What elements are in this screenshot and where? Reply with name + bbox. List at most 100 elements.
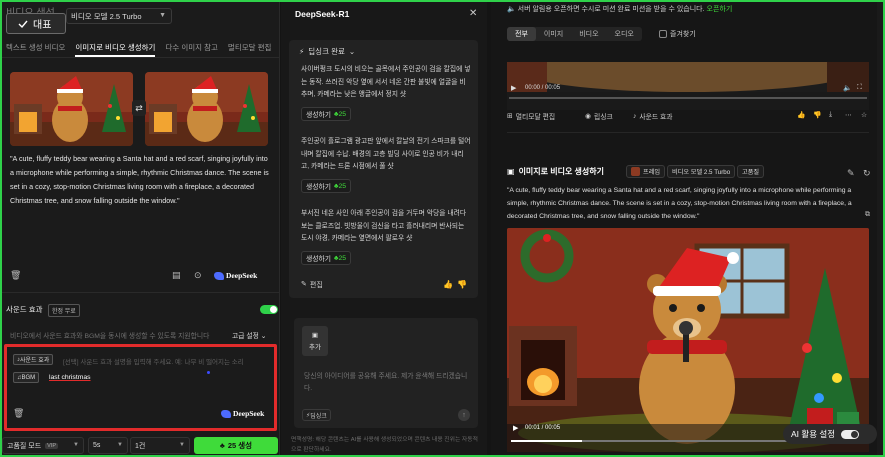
close-icon[interactable]: ✕ <box>469 8 477 19</box>
count-select[interactable]: 1건 ▼ <box>130 437 190 454</box>
deepseek-logo[interactable]: DeepSeek <box>214 271 257 280</box>
result-prompt: "A cute, fluffy teddy bear wearing a San… <box>507 187 852 220</box>
notice-link[interactable]: 오픈하기 <box>707 6 733 13</box>
tab-multi-image[interactable]: 다수 이미지 참고 <box>165 40 217 57</box>
frame-chip[interactable]: 프레임 <box>626 165 666 178</box>
sound-effect-button[interactable]: ♪ 사운드 효과 <box>633 111 673 122</box>
filter-video[interactable]: 비디오 <box>571 27 606 41</box>
trash-icon[interactable]: 🗑 <box>13 408 24 418</box>
sound-effect-chip[interactable]: ♪ 사운드 효과 <box>13 354 54 365</box>
chevron-down-icon: ⌄ <box>348 47 356 56</box>
represent-label: 대표 <box>33 20 52 31</box>
left-panel: 비디오 생성 대표 비디오 모델 2.5 Turbo ▼ 텍스트 생성 비디오 … <box>2 2 280 455</box>
play-icon[interactable]: ▶ <box>511 84 516 92</box>
thumb-down-icon[interactable]: 👎 <box>813 111 821 119</box>
suggestion-generate-button[interactable]: 생성하기 ♣25 <box>301 107 352 121</box>
favorites-checkbox[interactable]: 즐겨찾기 <box>659 29 696 39</box>
edit-button[interactable]: ✎ 편집 <box>301 280 323 290</box>
suggestion-generate-button[interactable]: 생성하기 ♣25 <box>301 251 352 265</box>
edit-label: 편집 <box>309 282 323 289</box>
thumb-down-icon[interactable]: 👎 <box>457 280 467 290</box>
prompt-text[interactable]: "A cute, fluffy teddy bear wearing a San… <box>10 152 272 208</box>
represent-button[interactable]: 대표 <box>6 13 66 34</box>
idea-input-card: ▣ 추가 당신의 아이디어를 공유해 주세요. 제가 윤색해 드리겠습니다. ⚡… <box>294 318 478 428</box>
think-done-header[interactable]: ⚡ 딥싱크 완료 ⌄ <box>299 46 355 57</box>
scrollbar[interactable] <box>877 2 883 455</box>
progress-track[interactable] <box>509 97 867 99</box>
add-label: 추가 <box>309 344 321 351</box>
model-select[interactable]: 비디오 모델 2.5 Turbo ▼ <box>66 8 172 24</box>
sound-effect-row: 사운드 효과 한정 무료 <box>6 304 278 317</box>
tab-multimodal-edit[interactable]: 멀티모달 편집 <box>228 40 271 57</box>
sound-input-box: ♪ 사운드 효과 [선택] 사운드 효과 설명을 입력해 주세요. 예: 나무 … <box>4 344 277 431</box>
idea-input[interactable]: 당신의 아이디어를 공유해 주세요. 제가 윤색해 드리겠습니다. <box>304 371 474 395</box>
advanced-settings-button[interactable]: 고급 설정 ⌄ <box>232 330 267 340</box>
multimodal-edit-button[interactable]: ⊞ 멀티모달 편집 <box>507 111 555 121</box>
favorites-label: 즐겨찾기 <box>670 31 696 38</box>
start-frame-image[interactable] <box>10 72 133 146</box>
quality-chip: 고품질 <box>737 165 765 178</box>
filter-audio[interactable]: 오디오 <box>607 27 642 41</box>
star-icon[interactable]: ☆ <box>861 111 867 119</box>
deepseek-logo[interactable]: DeepSeek <box>221 409 264 418</box>
video-player-2[interactable]: ▶ 00:01 / 00:05 <box>507 228 869 452</box>
trash-icon[interactable]: 🗑 <box>10 270 21 280</box>
fullscreen-icon[interactable]: ⛶ <box>857 84 862 92</box>
add-image-button[interactable]: ▣ 추가 <box>302 326 328 356</box>
swap-icon[interactable]: ⇄ <box>132 100 146 116</box>
more-icon[interactable]: ⋯ <box>845 111 852 119</box>
sound-effect-input[interactable]: [선택] 사운드 효과 설명을 입력해 주세요. 예: 나무 비 떨어지는 소리 <box>63 356 244 366</box>
video-controls-1: ▶ 00:00 / 00:05 🔈 ⛶ <box>507 82 869 100</box>
mode-tabs: 텍스트 생성 비디오 이미지로 비디오 생성하기 다수 이미지 참고 멀티모달 … <box>2 40 279 58</box>
send-icon[interactable]: ↑ <box>458 409 470 421</box>
toggle-switch[interactable] <box>841 429 860 439</box>
quality-mode-select[interactable]: 고품질 모드 VIP ▼ <box>2 437 84 454</box>
image-icon: ▣ <box>311 332 319 339</box>
lipsync-button[interactable]: ◉ 립싱크 <box>585 111 613 121</box>
cost-value: 25 <box>338 182 347 190</box>
bgm-chip[interactable]: ♫ BGM <box>13 372 40 383</box>
location-icon[interactable]: ⊙ <box>194 270 202 280</box>
generate-button[interactable]: ♣ 25 생성 <box>194 437 278 454</box>
speaker-icon[interactable]: 🔈 <box>843 84 852 92</box>
chevron-down-icon: ▼ <box>179 442 185 448</box>
play-icon[interactable]: ▶ <box>513 424 518 432</box>
frame-thumbnail <box>631 167 640 176</box>
filter-all[interactable]: 전부 <box>507 27 536 41</box>
chevron-down-icon: ▼ <box>159 12 166 19</box>
filter-image[interactable]: 이미지 <box>536 27 571 41</box>
tab-image-to-video[interactable]: 이미지로 비디오 생성하기 <box>75 40 156 57</box>
edit-icon: ✎ <box>301 281 307 288</box>
edit-icon[interactable]: ✎ <box>847 168 855 178</box>
divider <box>507 132 869 133</box>
sound-effect-toggle[interactable] <box>260 305 278 314</box>
suggestions-card: ⚡ 딥싱크 완료 ⌄ 사이버펑크 도시의 비오는 골목에서 주인공이 검을 칼집… <box>289 40 478 298</box>
retry-icon[interactable]: ↻ <box>863 168 871 178</box>
note-icon[interactable]: ▤ <box>172 270 181 280</box>
download-icon[interactable]: ⤓ <box>829 111 832 119</box>
duration-value: 5s <box>93 442 101 449</box>
generate-label: 생성하기 <box>306 256 332 263</box>
ai-setting-toggle[interactable]: AI 활용 설정 <box>783 424 877 444</box>
advanced-settings-label: 고급 설정 <box>232 333 259 340</box>
suggestion-text: 부서진 네온 사인 아래 주인공이 검을 거두며 악당을 내려다보는 클로즈업.… <box>301 210 467 242</box>
card-title-label: 이미지로 비디오 생성하기 <box>518 167 604 176</box>
end-frame-image[interactable] <box>145 72 268 146</box>
thumb-up-icon[interactable]: 👍 <box>443 280 453 290</box>
generate-label: 생성하기 <box>306 112 332 119</box>
generate-label: 생성하기 <box>306 184 332 191</box>
notice-bar: 🔈 서버 알림용 오픈하면 수시로 미션 완료 미션을 받을 수 있습니다. 오… <box>507 4 732 14</box>
deepseek-title: DeepSeek-R1 <box>295 9 350 19</box>
thumb-up-icon[interactable]: 👍 <box>797 111 805 119</box>
time-readout: 00:01 / 00:05 <box>525 425 561 431</box>
ai-setting-label: AI 활용 설정 <box>791 429 836 439</box>
vip-badge: VIP <box>45 442 59 449</box>
copy-icon[interactable]: ⧉ <box>865 210 870 220</box>
progress-fill <box>511 440 582 442</box>
cost-value: 25 <box>338 254 347 262</box>
tab-text-to-video[interactable]: 텍스트 생성 비디오 <box>6 40 65 57</box>
deepthink-toggle[interactable]: ⚡ 딥싱크 <box>302 409 331 421</box>
duration-select[interactable]: 5s ▼ <box>88 437 128 454</box>
bgm-input[interactable]: last christmas <box>49 374 91 381</box>
suggestion-generate-button[interactable]: 생성하기 ♣25 <box>301 179 352 193</box>
